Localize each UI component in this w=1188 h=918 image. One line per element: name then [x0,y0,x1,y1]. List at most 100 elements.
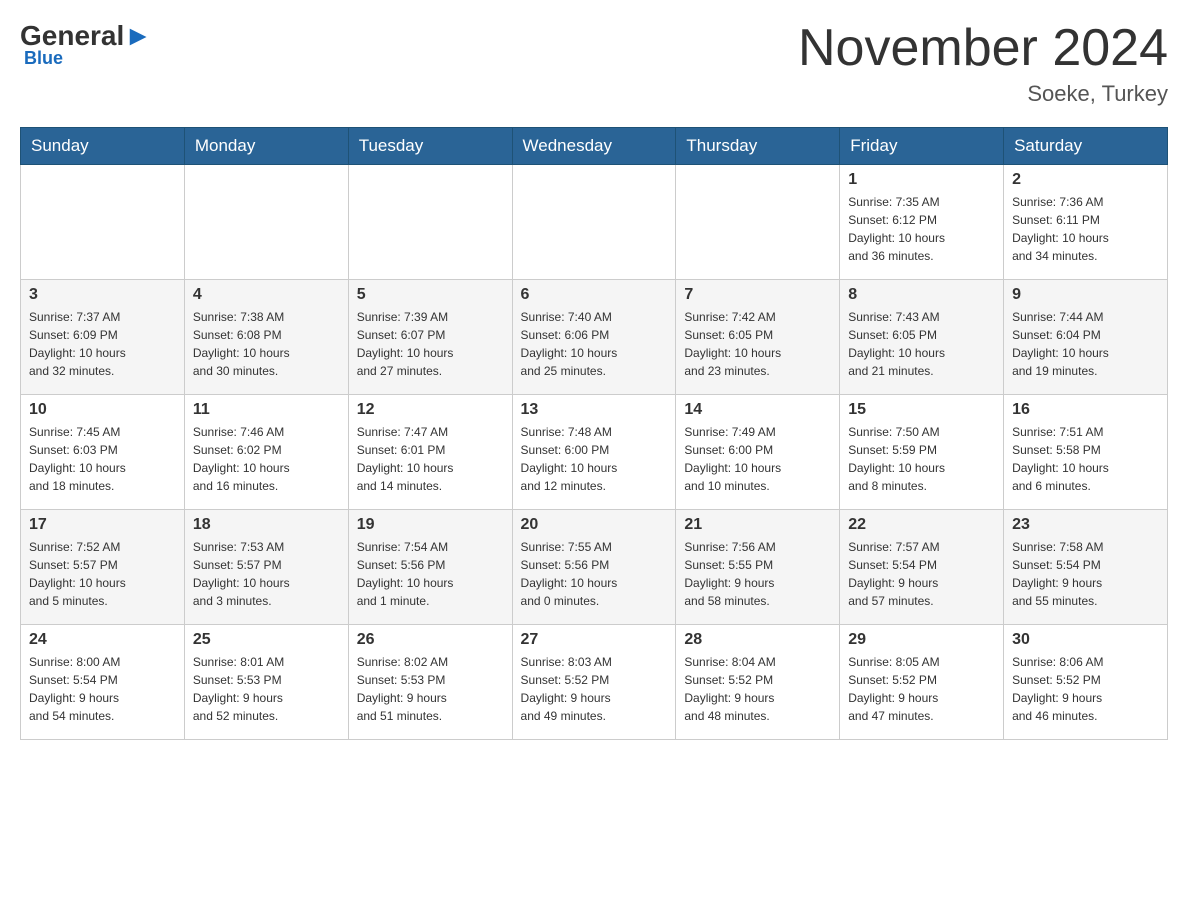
day-info: Sunrise: 7:37 AM Sunset: 6:09 PM Dayligh… [29,308,176,380]
day-number: 22 [848,516,995,534]
day-number: 21 [684,516,831,534]
calendar-table: SundayMondayTuesdayWednesdayThursdayFrid… [20,127,1168,740]
day-info: Sunrise: 7:51 AM Sunset: 5:58 PM Dayligh… [1012,423,1159,495]
weekday-header-monday: Monday [184,128,348,165]
calendar-cell: 10 Sunrise: 7:45 AM Sunset: 6:03 PM Dayli… [21,395,185,510]
day-info: Sunrise: 7:53 AM Sunset: 5:57 PM Dayligh… [193,538,340,610]
day-info: Sunrise: 7:49 AM Sunset: 6:00 PM Dayligh… [684,423,831,495]
calendar-cell: 14Sunrise: 7:49 AM Sunset: 6:00 PM Dayli… [676,395,840,510]
day-info: Sunrise: 8:02 AM Sunset: 5:53 PM Dayligh… [357,653,504,725]
day-info: Sunrise: 7:54 AM Sunset: 5:56 PM Dayligh… [357,538,504,610]
day-number: 16 [1012,401,1159,419]
calendar-cell: 29 Sunrise: 8:05 AM Sunset: 5:52 PM Dayli… [840,625,1004,740]
day-info: Sunrise: 7:44 AM Sunset: 6:04 PM Dayligh… [1012,308,1159,380]
day-info: Sunrise: 8:04 AM Sunset: 5:52 PM Dayligh… [684,653,831,725]
day-info: Sunrise: 7:36 AM Sunset: 6:11 PM Dayligh… [1012,193,1159,265]
calendar-cell: 5Sunrise: 7:39 AM Sunset: 6:07 PM Daylig… [348,280,512,395]
location: Soeke, Turkey [798,81,1168,107]
day-info: Sunrise: 8:03 AM Sunset: 5:52 PM Dayligh… [521,653,668,725]
day-info: Sunrise: 7:48 AM Sunset: 6:00 PM Dayligh… [521,423,668,495]
day-number: 10 [29,401,176,419]
calendar-cell: 27 Sunrise: 8:03 AM Sunset: 5:52 PM Dayli… [512,625,676,740]
calendar-cell [184,165,348,280]
calendar-cell: 26 Sunrise: 8:02 AM Sunset: 5:53 PM Dayli… [348,625,512,740]
calendar-week-3: 10 Sunrise: 7:45 AM Sunset: 6:03 PM Dayli… [21,395,1168,510]
day-number: 11 [193,401,340,419]
day-number: 28 [684,631,831,649]
day-info: Sunrise: 7:42 AM Sunset: 6:05 PM Dayligh… [684,308,831,380]
calendar-week-5: 24Sunrise: 8:00 AM Sunset: 5:54 PM Dayli… [21,625,1168,740]
day-info: Sunrise: 7:57 AM Sunset: 5:54 PM Dayligh… [848,538,995,610]
day-number: 9 [1012,286,1159,304]
calendar-cell: 9 Sunrise: 7:44 AM Sunset: 6:04 PM Daylig… [1004,280,1168,395]
calendar-week-4: 17 Sunrise: 7:52 AM Sunset: 5:57 PM Dayli… [21,510,1168,625]
day-info: Sunrise: 7:39 AM Sunset: 6:07 PM Dayligh… [357,308,504,380]
day-number: 7 [684,286,831,304]
calendar-cell [348,165,512,280]
calendar-cell: 6 Sunrise: 7:40 AM Sunset: 6:06 PM Daylig… [512,280,676,395]
calendar-cell: 8 Sunrise: 7:43 AM Sunset: 6:05 PM Daylig… [840,280,1004,395]
day-info: Sunrise: 8:05 AM Sunset: 5:52 PM Dayligh… [848,653,995,725]
weekday-header-sunday: Sunday [21,128,185,165]
day-number: 20 [521,516,668,534]
day-number: 13 [521,401,668,419]
calendar-cell: 19 Sunrise: 7:54 AM Sunset: 5:56 PM Dayli… [348,510,512,625]
day-number: 6 [521,286,668,304]
day-number: 12 [357,401,504,419]
calendar-cell: 1Sunrise: 7:35 AM Sunset: 6:12 PM Daylig… [840,165,1004,280]
weekday-header-saturday: Saturday [1004,128,1168,165]
weekday-header-wednesday: Wednesday [512,128,676,165]
calendar-cell [21,165,185,280]
calendar-cell: 30 Sunrise: 8:06 AM Sunset: 5:52 PM Dayli… [1004,625,1168,740]
page-header: General ► Blue November 2024 Soeke, Turk… [20,20,1168,107]
day-number: 23 [1012,516,1159,534]
day-number: 26 [357,631,504,649]
day-info: Sunrise: 7:45 AM Sunset: 6:03 PM Dayligh… [29,423,176,495]
day-number: 27 [521,631,668,649]
calendar-cell: 13 Sunrise: 7:48 AM Sunset: 6:00 PM Dayli… [512,395,676,510]
calendar-cell: 4 Sunrise: 7:38 AM Sunset: 6:08 PM Daylig… [184,280,348,395]
day-number: 1 [848,171,995,189]
day-info: Sunrise: 7:58 AM Sunset: 5:54 PM Dayligh… [1012,538,1159,610]
day-number: 19 [357,516,504,534]
title-section: November 2024 Soeke, Turkey [798,20,1168,107]
day-number: 2 [1012,171,1159,189]
calendar-cell: 21 Sunrise: 7:56 AM Sunset: 5:55 PM Dayli… [676,510,840,625]
calendar-cell: 12 Sunrise: 7:47 AM Sunset: 6:01 PM Dayli… [348,395,512,510]
day-number: 17 [29,516,176,534]
day-number: 29 [848,631,995,649]
day-info: Sunrise: 7:38 AM Sunset: 6:08 PM Dayligh… [193,308,340,380]
day-info: Sunrise: 7:52 AM Sunset: 5:57 PM Dayligh… [29,538,176,610]
day-info: Sunrise: 7:56 AM Sunset: 5:55 PM Dayligh… [684,538,831,610]
day-info: Sunrise: 7:47 AM Sunset: 6:01 PM Dayligh… [357,423,504,495]
calendar-cell: 3 Sunrise: 7:37 AM Sunset: 6:09 PM Daylig… [21,280,185,395]
calendar-cell: 16 Sunrise: 7:51 AM Sunset: 5:58 PM Dayli… [1004,395,1168,510]
day-number: 4 [193,286,340,304]
day-number: 15 [848,401,995,419]
day-info: Sunrise: 8:06 AM Sunset: 5:52 PM Dayligh… [1012,653,1159,725]
calendar-cell: 23 Sunrise: 7:58 AM Sunset: 5:54 PM Dayli… [1004,510,1168,625]
weekday-header-tuesday: Tuesday [348,128,512,165]
calendar-cell: 15 Sunrise: 7:50 AM Sunset: 5:59 PM Dayli… [840,395,1004,510]
calendar-cell: 17 Sunrise: 7:52 AM Sunset: 5:57 PM Dayli… [21,510,185,625]
day-info: Sunrise: 8:01 AM Sunset: 5:53 PM Dayligh… [193,653,340,725]
calendar-cell: 2 Sunrise: 7:36 AM Sunset: 6:11 PM Daylig… [1004,165,1168,280]
day-info: Sunrise: 7:40 AM Sunset: 6:06 PM Dayligh… [521,308,668,380]
logo-subtitle: Blue [24,48,152,69]
day-info: Sunrise: 7:43 AM Sunset: 6:05 PM Dayligh… [848,308,995,380]
calendar-cell [676,165,840,280]
calendar-cell: 24Sunrise: 8:00 AM Sunset: 5:54 PM Dayli… [21,625,185,740]
calendar-cell: 28 Sunrise: 8:04 AM Sunset: 5:52 PM Dayli… [676,625,840,740]
day-number: 8 [848,286,995,304]
weekday-header-friday: Friday [840,128,1004,165]
day-number: 24 [29,631,176,649]
calendar-cell: 20Sunrise: 7:55 AM Sunset: 5:56 PM Dayli… [512,510,676,625]
day-number: 3 [29,286,176,304]
weekday-header-thursday: Thursday [676,128,840,165]
calendar-week-2: 3 Sunrise: 7:37 AM Sunset: 6:09 PM Daylig… [21,280,1168,395]
day-info: Sunrise: 7:50 AM Sunset: 5:59 PM Dayligh… [848,423,995,495]
calendar-cell: 18Sunrise: 7:53 AM Sunset: 5:57 PM Dayli… [184,510,348,625]
day-number: 30 [1012,631,1159,649]
logo: General ► Blue [20,20,152,69]
calendar-cell [512,165,676,280]
